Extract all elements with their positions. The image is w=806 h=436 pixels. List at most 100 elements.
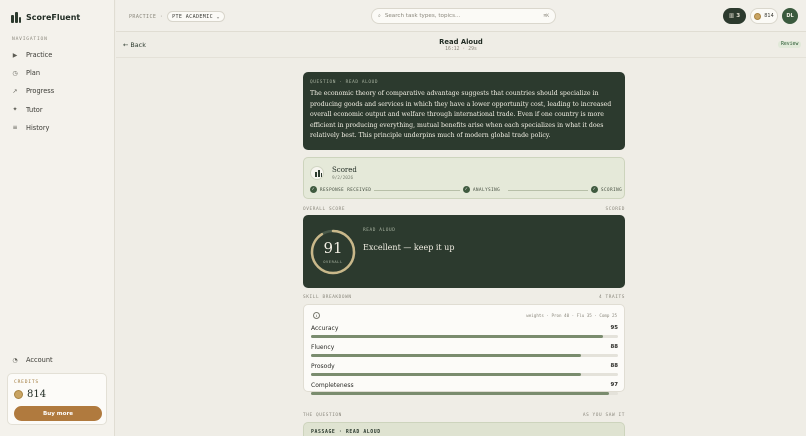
search-icon: ⌕ [378,13,381,19]
task-header: ← Back Read Aloud 16:12 · 29s Review [116,33,806,58]
exam-selector[interactable]: PTE ACADEMIC ⌄ [167,11,225,22]
credits-card: CREDITS 814 Buy more [7,373,107,425]
sparkle-icon: ✦ [12,106,18,114]
section-title: OVERALL SCORE [303,207,346,212]
skill-value: 97 [610,382,618,388]
skill-value: 88 [610,344,618,350]
status-date: 9/2/2026 [332,176,354,181]
score-task-type: READ ALOUD [363,228,396,233]
sidebar-item-plan[interactable]: ◷ Plan [0,64,115,82]
skill-bar-fill [311,354,582,357]
topbar: PRACTICE · PTE ACADEMIC ⌄ ⌕ ⌘K ▥ 3 814 D… [116,0,806,32]
sidebar-item-label: Plan [26,69,41,78]
skill-fluency: Fluency 88 [311,344,618,360]
search-input[interactable] [384,13,544,19]
step-scoring: ✓ SCORING [591,186,622,193]
info-icon[interactable]: i [313,312,320,319]
skill-name: Fluency [311,344,335,351]
section-meta: AS YOU SAW IT [582,413,625,418]
check-icon: ✓ [591,186,598,193]
task-meta: 16:12 · 29s [445,47,477,52]
credits-amount: 814 [27,389,47,400]
skill-bar [311,335,618,338]
sidebar-item-progress[interactable]: ↗ Progress [0,82,115,100]
step-analysing: ✓ ANALYSING [463,186,500,193]
streak-count: 3 [736,13,741,19]
sidebar-item-tutor[interactable]: ✦ Tutor [0,101,115,119]
sidebar-item-account[interactable]: ◔ Account [12,356,53,364]
sidebar-item-label: History [26,123,50,132]
play-icon: ▶ [12,51,18,59]
skill-value: 88 [610,363,618,369]
skill-bar-fill [311,373,582,376]
section-meta: 4 TRAITS [599,295,625,300]
status-card: Scored 9/2/2026 ✓ RESPONSE RECEIVED ✓ AN… [303,157,625,199]
step-label: SCORING [601,187,623,192]
overall-section-header: OVERALL SCORE SCORED [303,207,625,212]
step-response-received: ✓ RESPONSE RECEIVED [310,186,371,193]
status-title: Scored [332,166,357,174]
skill-bar-fill [311,335,603,338]
credits-label: CREDITS [14,380,39,385]
check-icon: ✓ [463,186,470,193]
skill-bar [311,373,618,376]
step-label: RESPONSE RECEIVED [320,187,372,192]
skill-bar [311,392,618,395]
credits-value: 814 [14,389,46,400]
coin-icon [754,12,762,20]
nav-title: NAVIGATION [12,37,48,42]
passage-card: PASSAGE · READ ALOUD [303,422,625,436]
bars-icon [310,166,324,180]
skill-bar [311,354,618,357]
section-meta: SCORED [605,207,625,212]
trend-icon: ↗ [12,87,18,95]
coin-balance[interactable]: 814 [750,8,778,24]
question-section-header: THE QUESTION AS YOU SAW IT [303,413,625,418]
streak-badge[interactable]: ▥ 3 [723,8,746,24]
overall-label: OVERALL [323,259,343,264]
nav-list: ▶ Practice ◷ Plan ↗ Progress ✦ Tutor ≡ H… [0,46,115,137]
logo-icon [11,12,21,23]
page-title: Read Aloud [439,38,483,46]
step-label: ANALYSING [473,187,501,192]
skill-bar-fill [311,392,609,395]
sidebar-item-label: Tutor [26,105,43,114]
section-title: THE QUESTION [303,413,342,418]
question-text: The economic theory of comparative advan… [310,90,612,140]
list-icon: ≡ [12,124,18,132]
skills-card: i weights · Pron 40 · Flu 35 · Comp 25 A… [303,304,625,395]
account-label: Account [26,356,53,364]
sidebar-item-history[interactable]: ≡ History [0,119,115,137]
skill-value: 95 [610,325,618,331]
buy-more-button[interactable]: Buy more [14,406,102,421]
sidebar-item-label: Progress [26,87,55,96]
skill-name: Prosody [311,363,335,370]
passage-label: PASSAGE · READ ALOUD [311,430,381,435]
skill-prosody: Prosody 88 [311,363,618,379]
coin-count: 814 [764,13,774,19]
step-connector [374,189,460,191]
skill-name: Accuracy [311,325,339,332]
streak-icon: ▥ [728,13,735,19]
score-message: Excellent — keep it up [363,243,455,252]
breadcrumb: PRACTICE · PTE ACADEMIC ⌄ [129,11,225,22]
calendar-icon: ◷ [12,69,18,77]
user-icon: ◔ [12,356,18,364]
search-bar[interactable]: ⌕ ⌘K [371,8,556,24]
weights-note: weights · Pron 40 · Flu 35 · Comp 25 [526,313,617,318]
skill-completeness: Completeness 97 [311,382,618,398]
review-badge[interactable]: Review [778,41,802,48]
search-shortcut: ⌘K [543,13,549,19]
logo[interactable]: ScoreFluent [11,12,80,23]
section-title: SKILL BREAKDOWN [303,295,352,300]
overall-score-card: 91 OVERALL READ ALOUD Excellent — keep i… [303,215,625,288]
question-label: QUESTION · READ ALOUD [310,80,379,85]
sidebar-item-label: Practice [26,51,53,60]
skill-accuracy: Accuracy 95 [311,325,618,341]
sidebar: ScoreFluent NAVIGATION ▶ Practice ◷ Plan… [0,0,115,436]
coin-icon [14,390,23,399]
skill-name: Completeness [311,382,354,389]
avatar[interactable]: DL [782,8,798,24]
progress-steps: ✓ RESPONSE RECEIVED ✓ ANALYSING ✓ SCORIN… [310,186,622,194]
sidebar-item-practice[interactable]: ▶ Practice [0,46,115,64]
